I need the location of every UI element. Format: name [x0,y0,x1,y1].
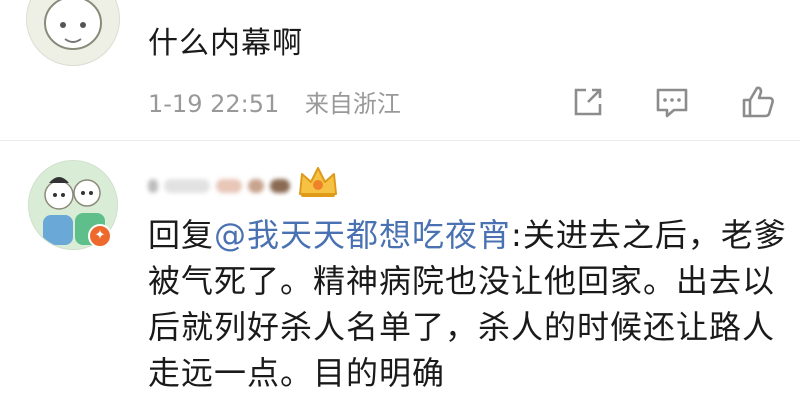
mention-link[interactable]: @我天天都想吃夜宵 [214,216,511,254]
comment-icon[interactable] [652,82,692,122]
reply-prefix: 回复 [148,216,215,254]
like-icon[interactable] [738,82,778,122]
comment-meta: 1-19 22:51 来自浙江 [148,84,419,119]
share-icon[interactable] [568,82,608,122]
crown-icon [299,167,337,197]
username-blurred[interactable] [148,172,290,200]
comment-text: 什么内幕啊 [148,26,303,61]
avatar[interactable] [26,0,120,66]
divider [0,140,800,141]
comment-location: 来自浙江 [304,90,401,118]
reply-text: 回复@我天天都想吃夜宵:关进去之后，老爹被气死了。精神病院也没让他回家。出去以后… [148,212,788,396]
comment-time: 1-19 22:51 [148,90,280,118]
vip-badge-icon: ✦ [88,224,112,248]
avatar-cartoon-icon [27,0,119,65]
